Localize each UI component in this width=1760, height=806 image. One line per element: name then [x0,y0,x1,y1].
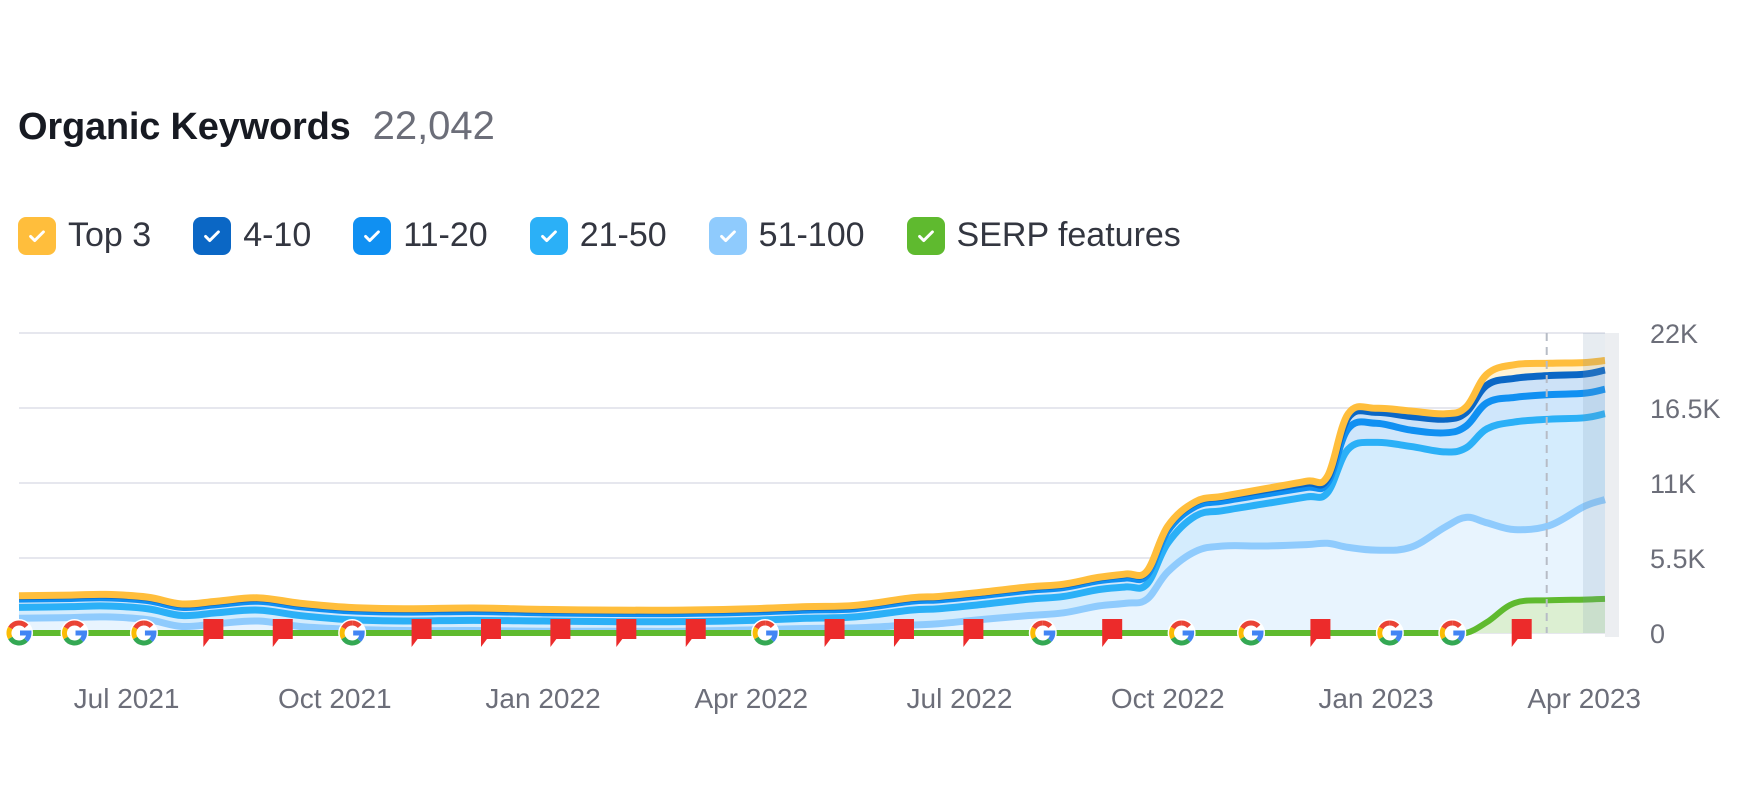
total-keywords-count: 22,042 [372,104,495,148]
note-flag-icon[interactable] [1102,619,1123,647]
checkbox-51-100[interactable] [708,216,747,255]
legend-item-21-50[interactable]: 21-50 [529,216,667,255]
note-flag-icon[interactable] [272,619,293,647]
series-areas [19,357,1605,634]
checkmark-icon [364,229,381,242]
y-tick-label: 11K [1650,469,1696,499]
plot-edge-shadow [1605,333,1619,637]
chart-title: Organic Keywords [18,106,351,148]
y-tick-label: 16.5K [1650,394,1721,424]
legend-label: SERP features [956,216,1181,254]
x-tick-label: Oct 2022 [1111,683,1225,714]
note-flag-icon[interactable] [1511,619,1532,647]
checkmark-icon [540,229,557,242]
note-flag-icon[interactable] [685,619,706,647]
note-flag-icon[interactable] [203,619,224,647]
note-flag-icon[interactable] [480,619,501,647]
organic-keywords-chart[interactable]: 0 5.5K 11K 16.5K 22K Jul 2021 Oct 2021 Jan 202… [0,300,1760,720]
note-flag-icon[interactable] [411,619,432,647]
google-update-icon[interactable] [751,619,779,647]
x-tick-label: Apr 2023 [1527,683,1641,714]
google-update-icon[interactable] [1029,619,1057,647]
legend-label: 11-20 [403,216,488,254]
google-update-icon[interactable] [130,619,158,647]
legend-label: 21-50 [579,216,667,254]
legend-label: 4-10 [243,216,312,254]
chart-legend: Top 3 4-10 11-20 21-50 51-100 SERP featu… [18,216,1223,255]
x-tick-label: Jan 2023 [1318,683,1433,714]
checkmark-icon [29,229,45,242]
incomplete-period-shade [1583,333,1605,633]
checkbox-4-10[interactable] [193,216,232,255]
x-tick-label: Jan 2022 [485,683,600,714]
legend-label: 51-100 [758,216,865,254]
note-flag-icon[interactable] [550,619,571,647]
checkbox-serp-features[interactable] [906,216,945,255]
note-flag-icon[interactable] [893,619,914,647]
google-update-icon[interactable] [1168,619,1196,647]
x-axis-labels: Jul 2021 Oct 2021 Jan 2022 Apr 2022 Jul 2022… [74,683,1641,714]
note-flag-icon[interactable] [616,619,637,647]
checkbox-top-3[interactable] [18,216,56,255]
google-update-icon[interactable] [338,619,366,647]
checkmark-icon [719,229,736,242]
google-update-icon[interactable] [1438,619,1466,647]
x-tick-label: Oct 2021 [278,683,392,714]
legend-label: Top 3 [68,216,152,254]
legend-item-4-10[interactable]: 4-10 [193,216,311,255]
y-tick-label: 0 [1650,619,1665,649]
note-flag-icon[interactable] [1310,619,1331,647]
legend-item-51-100[interactable]: 51-100 [708,216,865,255]
legend-item-top-3[interactable]: Top 3 [18,216,151,255]
y-tick-label: 22K [1650,319,1698,349]
google-update-icon[interactable] [61,619,89,647]
x-tick-label: Jul 2022 [907,683,1013,714]
legend-item-11-20[interactable]: 11-20 [353,216,488,255]
y-axis-labels: 0 5.5K 11K 16.5K 22K [1650,319,1721,649]
checkbox-21-50[interactable] [529,216,568,255]
x-tick-label: Apr 2022 [694,683,808,714]
google-update-icon[interactable] [1237,619,1265,647]
y-tick-label: 5.5K [1650,544,1706,574]
legend-item-serp-features[interactable]: SERP features [906,216,1181,255]
note-flag-icon[interactable] [824,619,845,647]
note-flag-icon[interactable] [963,619,984,647]
checkmark-icon [917,229,934,242]
checkmark-icon [204,229,221,242]
chart-header: Organic Keywords 22,042 [18,104,495,149]
google-update-icon[interactable] [5,619,33,647]
google-update-icon[interactable] [1376,619,1404,647]
checkbox-11-20[interactable] [353,216,392,255]
x-tick-label: Jul 2021 [74,683,180,714]
